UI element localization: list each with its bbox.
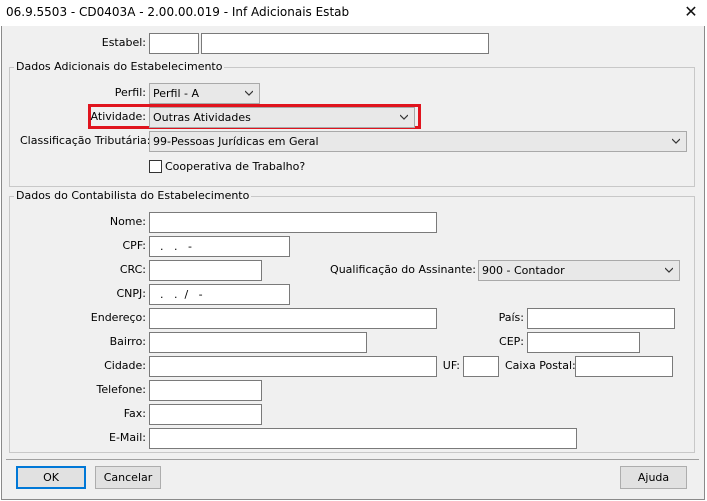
telefone-label: Telefone: [96,383,147,396]
fax-label: Fax: [123,407,146,420]
dados-adicionais-title: Dados Adicionais do Estabelecimento [14,60,225,73]
nome-label: Nome: [109,215,146,228]
window-title: 06.9.5503 - CD0403A - 2.00.00.019 - Inf … [6,5,350,19]
estabel-name-input[interactable] [201,33,489,54]
perfil-label: Perfil: [114,86,146,99]
close-icon[interactable]: ✕ [681,2,701,22]
cancel-button[interactable]: Cancelar [95,466,161,489]
cpf-label: CPF: [122,239,147,252]
cidade-label: Cidade: [104,359,146,372]
contabilista-title: Dados do Contabilista do Estabelecimento [14,189,252,202]
atividade-label: Atividade: [90,110,146,123]
qualificacao-value: 900 - Contador [482,264,565,277]
classificacao-select[interactable]: 99-Pessoas Jurídicas em Geral [149,131,687,152]
qualificacao-select[interactable]: 900 - Contador [478,260,680,281]
cpf-input[interactable]: . . - [149,236,290,257]
cidade-input[interactable] [149,356,437,377]
endereco-label: Endereço: [90,311,146,324]
cnpj-input[interactable]: . . / - [149,284,290,305]
classificacao-label: Classificação Tributária: [20,134,151,147]
cooperativa-label: Cooperativa de Trabalho? [165,160,306,173]
pais-label: País: [498,311,524,324]
footer-separator [6,459,699,460]
atividade-value: Outras Atividades [153,111,251,124]
caixa-postal-label: Caixa Postal: [505,359,576,372]
nome-input[interactable] [149,212,437,233]
cnpj-label: CNPJ: [116,287,147,300]
perfil-select[interactable]: Perfil - A [149,83,260,104]
bairro-input[interactable] [149,332,367,353]
endereco-input[interactable] [149,308,437,329]
pais-input[interactable] [527,308,675,329]
perfil-value: Perfil - A [153,87,200,100]
classificacao-value: 99-Pessoas Jurídicas em Geral [153,135,319,148]
help-button[interactable]: Ajuda [620,466,687,489]
uf-label: UF: [442,359,460,372]
atividade-select[interactable]: Outras Atividades [149,107,415,128]
qualificacao-label: Qualificação do Assinante: [330,263,476,276]
email-input[interactable] [149,428,577,449]
ok-button[interactable]: OK [16,466,86,489]
fax-input[interactable] [149,404,262,425]
crc-label: CRC: [119,263,146,276]
telefone-input[interactable] [149,380,262,401]
estabel-code-input[interactable] [149,33,199,54]
estabel-label: Estabel: [101,36,146,49]
chevron-down-icon [400,114,408,120]
chevron-down-icon [672,138,680,144]
email-label: E-Mail: [109,431,146,444]
crc-input[interactable] [149,260,262,281]
bairro-label: Bairro: [109,335,146,348]
uf-input[interactable] [463,356,499,377]
chevron-down-icon [245,90,253,96]
chevron-down-icon [665,267,673,273]
cep-input[interactable] [527,332,640,353]
cooperativa-checkbox[interactable] [149,160,162,173]
cep-label: CEP: [499,335,524,348]
caixa-postal-input[interactable] [575,356,673,377]
